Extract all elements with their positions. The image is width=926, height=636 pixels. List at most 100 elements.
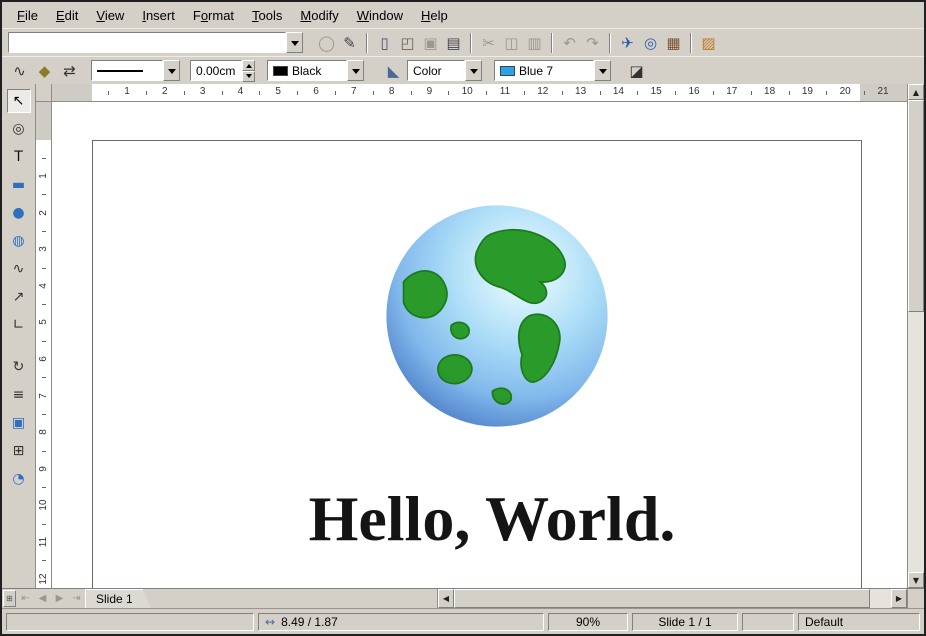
- fill-style-combo[interactable]: Color: [407, 60, 482, 81]
- ruler-number: 7: [351, 86, 357, 97]
- copy-icon: ◫: [500, 31, 523, 54]
- insert-graphics-icon[interactable]: ▨: [697, 31, 720, 54]
- edit-file-icon[interactable]: ✎: [338, 31, 361, 54]
- print-icon[interactable]: ▤: [442, 31, 465, 54]
- slide-tab[interactable]: Slide 1: [85, 589, 151, 608]
- horizontal-scroll-trough[interactable]: [870, 589, 891, 608]
- fill-color-dropdown-icon[interactable]: [594, 60, 611, 81]
- glue-points-icon[interactable]: ◆: [33, 59, 56, 82]
- vertical-ruler[interactable]: 123456789101112: [36, 102, 52, 588]
- line-ends-icon[interactable]: ⇄: [58, 59, 81, 82]
- toolbar-separator: [609, 33, 611, 53]
- ruler-number: 8: [389, 86, 395, 97]
- effects-tool[interactable]: ◔: [7, 467, 31, 491]
- rotate-tool[interactable]: ↻: [7, 355, 31, 379]
- ruler-number: 4: [38, 278, 49, 293]
- line-style-dropdown-icon[interactable]: [163, 60, 180, 81]
- function-toolbar: ◯✎▯◰▣▤✂◫▥↶↷✈◎▦▨: [2, 28, 924, 56]
- slide-title-text[interactable]: Hello, World.: [92, 482, 892, 556]
- ruler-number: 10: [462, 86, 473, 97]
- zoom-tool[interactable]: ◎: [7, 117, 31, 141]
- ruler-number: 2: [162, 86, 168, 97]
- ruler-number: 4: [238, 86, 244, 97]
- select-tool[interactable]: ↖: [7, 89, 31, 113]
- line-width-value[interactable]: 0.00cm: [190, 60, 242, 81]
- menu-insert[interactable]: Insert: [133, 4, 184, 27]
- horizontal-scrollbar[interactable]: ◀ ▶: [437, 589, 907, 608]
- vertical-scroll-thumb[interactable]: [908, 100, 924, 312]
- edit-points-icon[interactable]: ∿: [8, 59, 31, 82]
- last-slide-button: ⇥: [68, 589, 85, 608]
- cursor-position-value: 8.49 / 1.87: [281, 615, 338, 629]
- url-input[interactable]: [8, 32, 286, 53]
- ruler-number: 6: [38, 352, 49, 367]
- scroll-left-icon[interactable]: ◀: [438, 589, 454, 608]
- menu-format[interactable]: Format: [184, 4, 243, 27]
- new-document-icon[interactable]: ▯: [373, 31, 396, 54]
- scroll-down-icon[interactable]: ▼: [908, 572, 924, 588]
- menu-help[interactable]: Help: [412, 4, 457, 27]
- toolbar-separator: [470, 33, 472, 53]
- redo-icon: ↷: [581, 31, 604, 54]
- zoom-icon[interactable]: ◎: [639, 31, 662, 54]
- toolbar-separator: [551, 33, 553, 53]
- line-color-label: Black: [292, 64, 321, 78]
- ruler-number: 14: [613, 86, 624, 97]
- shadow-icon[interactable]: ◪: [625, 59, 648, 82]
- next-slide-button: ▶: [51, 589, 68, 608]
- line-color-combo[interactable]: Black: [267, 60, 364, 81]
- status-slide-cell: Slide 1 / 1: [632, 613, 738, 631]
- insert-tool[interactable]: ⊞: [7, 439, 31, 463]
- line-width-decrease-icon[interactable]: [242, 71, 255, 82]
- scroll-up-icon[interactable]: ▲: [908, 84, 924, 100]
- curve-tool[interactable]: ∿: [7, 257, 31, 281]
- horizontal-scroll-thumb[interactable]: [454, 589, 870, 608]
- paste-icon: ▥: [523, 31, 546, 54]
- line-width-increase-icon[interactable]: [242, 60, 255, 71]
- fill-style-dropdown-icon[interactable]: [465, 60, 482, 81]
- connector-tool[interactable]: ∟: [7, 313, 31, 337]
- open-document-icon[interactable]: ◰: [396, 31, 419, 54]
- scroll-right-icon[interactable]: ▶: [891, 589, 907, 608]
- ruler-number: 12: [537, 86, 548, 97]
- status-bar: ↔ 8.49 / 1.87 90% Slide 1 / 1 Default: [2, 608, 924, 634]
- ruler-number: 9: [427, 86, 433, 97]
- arrange-tool[interactable]: ▣: [7, 411, 31, 435]
- navigator-icon[interactable]: ✈: [616, 31, 639, 54]
- menu-edit[interactable]: Edit: [47, 4, 87, 27]
- url-combo[interactable]: [8, 32, 303, 53]
- fill-style-label[interactable]: Color: [407, 60, 465, 81]
- drawing-canvas[interactable]: Hello, World.: [52, 102, 907, 588]
- ruler-number: 12: [38, 571, 49, 586]
- rectangle-tool[interactable]: ▬: [7, 173, 31, 197]
- menu-file[interactable]: File: [8, 4, 47, 27]
- globe-graphic[interactable]: [383, 202, 611, 430]
- vertical-scrollbar[interactable]: ▲ ▼: [907, 84, 924, 588]
- alignment-tool[interactable]: ≡: [7, 383, 31, 407]
- url-combo-dropdown-icon[interactable]: [286, 32, 303, 53]
- menu-window[interactable]: Window: [348, 4, 412, 27]
- status-zoom-cell[interactable]: 90%: [548, 613, 628, 631]
- text-tool[interactable]: T: [7, 145, 31, 169]
- status-page-style-cell[interactable]: Default: [798, 613, 920, 631]
- gallery-icon[interactable]: ▦: [662, 31, 685, 54]
- fill-color-combo[interactable]: Blue 7: [494, 60, 611, 81]
- menu-view[interactable]: View: [87, 4, 133, 27]
- ruler-number: 3: [200, 86, 206, 97]
- ruler-number: 3: [38, 242, 49, 257]
- lines-arrows-tool[interactable]: ↗: [7, 285, 31, 309]
- toolbar-separator: [690, 33, 692, 53]
- objects-3d-tool[interactable]: ◍: [7, 229, 31, 253]
- horizontal-ruler[interactable]: 123456789101112131415161718192021: [52, 84, 907, 102]
- line-color-dropdown-icon[interactable]: [347, 60, 364, 81]
- menu-tools[interactable]: Tools: [243, 4, 291, 27]
- line-width-spinner[interactable]: 0.00cm: [190, 60, 255, 81]
- ruler-corner: [36, 84, 52, 102]
- line-style-sample: [97, 70, 143, 72]
- vertical-scroll-trough[interactable]: [908, 312, 924, 572]
- ruler-number: 9: [38, 461, 49, 476]
- line-style-combo[interactable]: [91, 60, 180, 81]
- view-split-handle[interactable]: ⊞: [3, 590, 16, 607]
- ellipse-tool[interactable]: ●: [7, 201, 31, 225]
- menu-modify[interactable]: Modify: [291, 4, 347, 27]
